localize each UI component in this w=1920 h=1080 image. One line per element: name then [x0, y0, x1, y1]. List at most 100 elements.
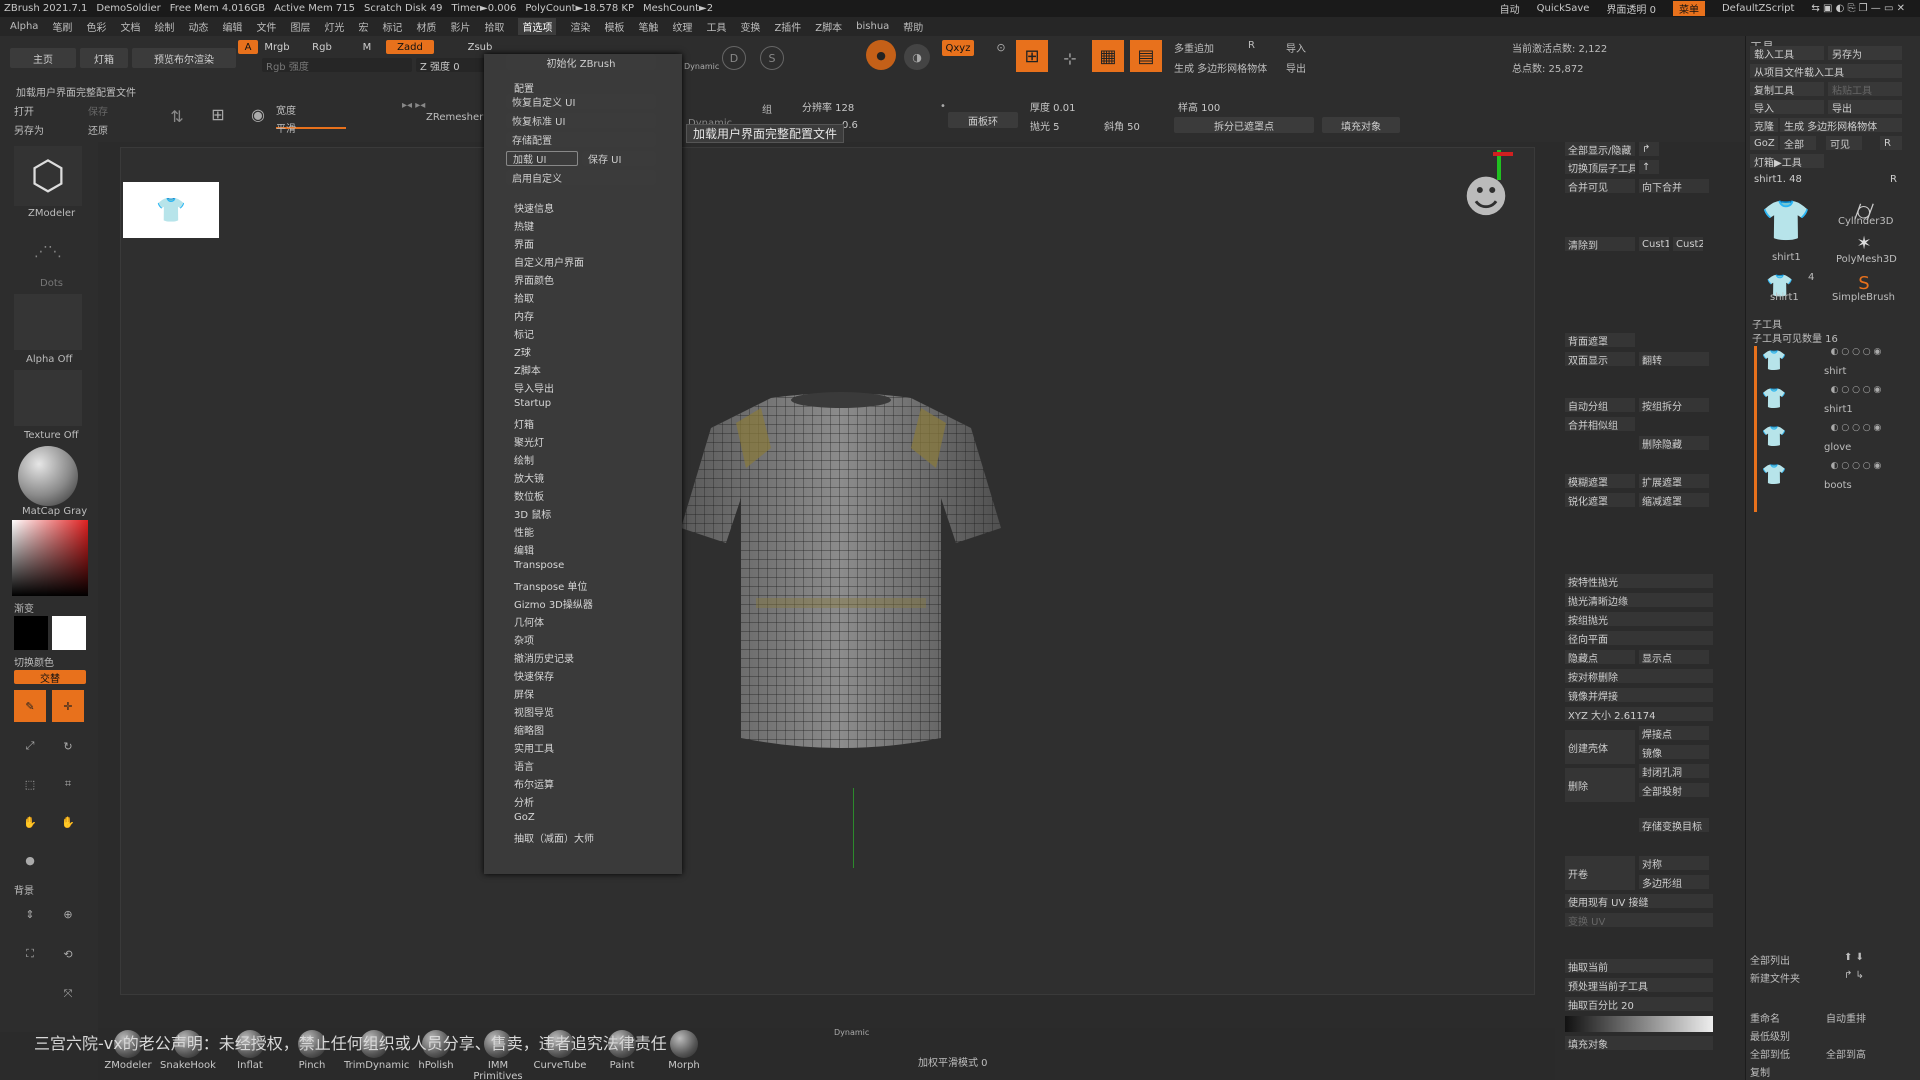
transp-icon[interactable]: ▦ [1092, 40, 1124, 72]
orientation-head-icon[interactable]: ☻ [1459, 152, 1513, 242]
extract-current-button[interactable]: 抽取当前 [1565, 959, 1713, 973]
import-button[interactable]: 导入 [1286, 40, 1306, 55]
subtool-thumb-icon[interactable]: 👕 [1760, 384, 1788, 412]
up-arrow-icon[interactable]: ↑ [1639, 160, 1659, 174]
poly-group-button[interactable]: 多边形组 [1639, 875, 1709, 889]
menu-item[interactable]: 动态 [188, 19, 208, 34]
pref-menu-item[interactable]: 性能 [514, 524, 534, 539]
pref-menu-item[interactable]: 分析 [514, 794, 534, 809]
pref-menu-item[interactable]: 视图导览 [514, 704, 554, 719]
menu-item[interactable]: 帮助 [903, 19, 923, 34]
copy-subtool-button[interactable]: 复制 [1750, 1064, 1770, 1079]
qxyz-button[interactable]: Qxyz [942, 40, 974, 56]
pref-menu-item[interactable]: 布尔运算 [514, 776, 554, 791]
new-folder-button[interactable]: 新建文件夹 [1750, 970, 1800, 985]
color-picker[interactable] [12, 520, 88, 596]
pref-menu-item[interactable]: Z球 [514, 344, 531, 359]
pref-menu-item[interactable]: 撤消历史记录 [514, 650, 574, 665]
fit-icon[interactable]: ⤧ [52, 978, 84, 1010]
split-groups-button[interactable]: 按组拆分 [1639, 398, 1709, 412]
sharpen-mask-button[interactable]: 锐化遮罩 [1565, 493, 1635, 507]
thickness-slider[interactable]: 厚度 0.01 [1026, 99, 1126, 114]
list-all-button[interactable]: 全部列出 [1750, 952, 1790, 967]
zremesher-button[interactable]: ZRemesher [426, 112, 483, 123]
enable-custom-button[interactable]: 启用自定义 [506, 170, 656, 185]
radial-plane-slider[interactable]: 径向平面 [1565, 631, 1713, 645]
symmetry-button[interactable]: 对称 [1639, 856, 1709, 870]
pref-menu-item[interactable]: 放大镜 [514, 470, 544, 485]
primary-color-swatch[interactable] [14, 616, 48, 650]
alternate-button[interactable]: 交替 [14, 670, 86, 684]
subtool-scrollbar[interactable] [1754, 346, 1757, 512]
subtool-eye-icon[interactable]: ◐ ○ ○ ○ ◉ [1814, 422, 1898, 434]
decimation-slider[interactable]: 抽取百分比 20 [1565, 997, 1713, 1011]
switch-color-label[interactable]: 切换颜色 [14, 654, 54, 669]
simplebrush-icon[interactable]: S [1836, 272, 1892, 294]
window-controls-icon[interactable]: ⇆ ▣ ◐ ⎘ ❐ — ▭ ✕ [1811, 3, 1905, 14]
r-button[interactable]: R [1248, 40, 1255, 51]
export-tool-button[interactable]: 导出 [1828, 100, 1902, 114]
rgb-intensity-slider[interactable]: Rgb 强度 [262, 58, 412, 72]
menu-item[interactable]: 编辑 [222, 19, 242, 34]
interface-transparency[interactable]: 界面透明 0 [1606, 1, 1656, 16]
secondary-color-swatch[interactable] [52, 616, 86, 650]
pref-menu-item[interactable]: 编辑 [514, 542, 534, 557]
import-tool-button[interactable]: 导入 [1750, 100, 1824, 114]
r-tool-button[interactable]: R [1880, 136, 1902, 150]
pref-menu-item[interactable]: Startup [514, 398, 551, 409]
scroll-icon[interactable]: ⇕ [14, 898, 46, 930]
rotate-small-icon[interactable]: ⟲ [52, 938, 84, 970]
scale-icon[interactable]: ⤢ [14, 730, 46, 762]
pref-menu-item[interactable]: Gizmo 3D操纵器 [514, 596, 593, 611]
save-ui-button[interactable]: 保存 UI [582, 151, 656, 166]
pref-menu-item[interactable]: 几何体 [514, 614, 544, 629]
menu-item[interactable]: 文件 [256, 19, 276, 34]
bevel-slider[interactable]: 斜角 50 [1100, 118, 1160, 133]
default-zscript[interactable]: DefaultZScript [1722, 3, 1794, 14]
pref-menu-item[interactable]: 自定义用户界面 [514, 254, 584, 269]
all-button[interactable]: 全部 [1780, 136, 1816, 150]
lightbox-button[interactable]: 灯箱 [80, 48, 128, 68]
double-sided-button[interactable]: 双面显示 [1565, 352, 1635, 366]
frame-icon[interactable]: ⊹ [1056, 44, 1084, 72]
fill-object-button[interactable]: 填充对象 [1322, 117, 1400, 133]
pref-menu-item[interactable]: 实用工具 [514, 740, 554, 755]
menu-item[interactable]: 材质 [416, 19, 436, 34]
move-icon[interactable]: ✛ [52, 690, 84, 722]
polish-groups-slider[interactable]: 按组抛光 [1565, 612, 1713, 626]
panel-loop-button[interactable]: 面板环 [948, 112, 1018, 128]
pref-menu-item[interactable]: 导入导出 [514, 380, 554, 395]
sphere-icon[interactable]: ◑ [904, 44, 930, 70]
auto-reorder-button[interactable]: 自动重排 [1826, 1010, 1866, 1025]
load-from-project-button[interactable]: 从项目文件载入工具 [1750, 64, 1902, 78]
blur-mask-button[interactable]: 模糊遮罩 [1565, 474, 1635, 488]
menu-item[interactable]: 渲染 [570, 19, 590, 34]
subtool-eye-icon[interactable]: ◐ ○ ○ ○ ◉ [1814, 346, 1898, 358]
load-ui-button[interactable]: 加载 UI [506, 151, 578, 166]
menu-item[interactable]: 宏 [358, 19, 368, 34]
weld-points-button[interactable]: 焊接点 [1639, 726, 1709, 740]
lightbox-tools-button[interactable]: 灯箱▶工具 [1750, 154, 1824, 168]
pref-menu-item[interactable]: 界面 [514, 236, 534, 251]
height-slider[interactable]: 样高 100 [1174, 99, 1244, 114]
menu-item[interactable]: 纹理 [672, 19, 692, 34]
pref-menu-item[interactable]: 标记 [514, 326, 534, 341]
edit-icon[interactable]: ✎ [14, 690, 46, 722]
mirror-button[interactable]: 镜像 [1639, 745, 1709, 759]
texture-slot[interactable] [14, 370, 82, 426]
pref-menu-item[interactable]: 界面颜色 [514, 272, 554, 287]
backface-mask-button[interactable]: 背面遮罩 [1565, 333, 1635, 347]
menu-item[interactable]: Z插件 [774, 19, 801, 34]
xyz-size-slider[interactable]: XYZ 大小 2.61174 [1565, 707, 1713, 721]
menu-item[interactable]: 文档 [120, 19, 140, 34]
fill-object-button-2[interactable]: 填充对象 [1565, 1036, 1713, 1050]
store-config-button[interactable]: 存储配置 [506, 132, 656, 147]
rgb-button[interactable]: Rgb [308, 40, 336, 54]
cust2-button[interactable]: Cust2 [1673, 237, 1703, 251]
pref-menu-item[interactable]: Z脚本 [514, 362, 541, 377]
subtool-thumb-icon[interactable]: 👕 [1760, 346, 1788, 374]
subtool-thumb-icon[interactable]: 👕 [1760, 460, 1788, 488]
alpha-slot[interactable] [14, 294, 82, 350]
merge-visible-button[interactable]: 合并可见 [1565, 179, 1635, 193]
restore-button[interactable]: 还原 [88, 122, 108, 137]
